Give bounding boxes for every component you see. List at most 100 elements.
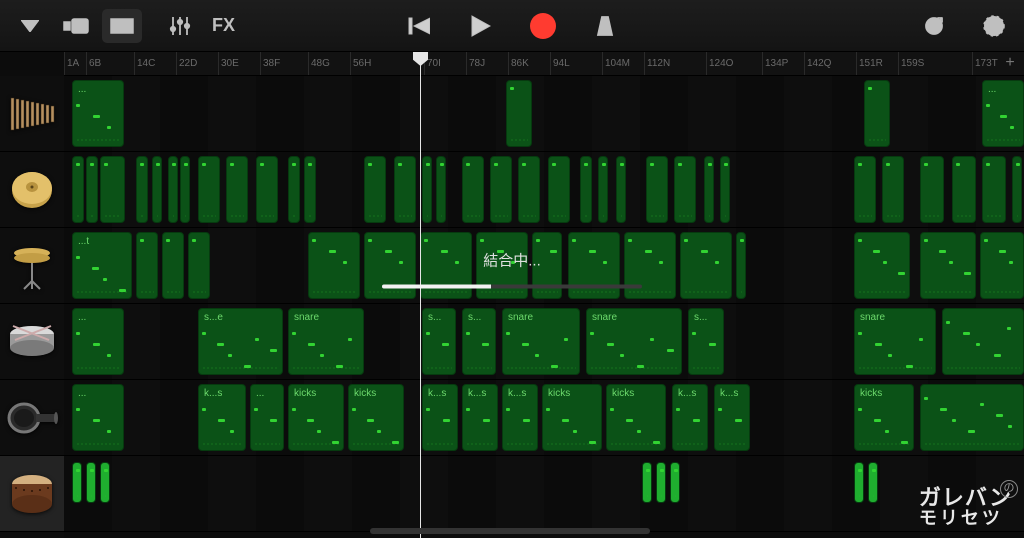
track-lane-taiko[interactable]: [64, 456, 1024, 532]
midi-region[interactable]: [670, 462, 680, 503]
midi-region[interactable]: [152, 156, 162, 223]
midi-region[interactable]: [942, 308, 1024, 375]
midi-region[interactable]: [882, 156, 904, 223]
midi-region[interactable]: kicks: [288, 384, 344, 451]
midi-region[interactable]: k...s: [198, 384, 246, 451]
track-lane-kick[interactable]: ...k...s...kickskicksk...sk...sk...skick…: [64, 380, 1024, 456]
midi-region[interactable]: k...s: [422, 384, 458, 451]
midi-region[interactable]: [136, 232, 158, 299]
midi-region[interactable]: [72, 156, 84, 223]
midi-region[interactable]: [86, 156, 98, 223]
view-blocks-button[interactable]: [56, 9, 96, 43]
horizontal-scrollbar[interactable]: [370, 528, 650, 534]
track-lane-snare[interactable]: ...s...esnares...s...snaresnares...snare: [64, 304, 1024, 380]
midi-region[interactable]: [920, 232, 976, 299]
midi-region[interactable]: [188, 232, 210, 299]
midi-region[interactable]: [736, 232, 746, 299]
midi-region[interactable]: snare: [586, 308, 682, 375]
midi-region[interactable]: [100, 156, 125, 223]
track-header-taiko[interactable]: [0, 456, 64, 532]
midi-region[interactable]: [982, 156, 1006, 223]
midi-region[interactable]: s...: [422, 308, 456, 375]
midi-region[interactable]: [394, 156, 416, 223]
settings-button[interactable]: [974, 9, 1014, 43]
track-lane-cymbal[interactable]: [64, 152, 1024, 228]
midi-region[interactable]: ...: [982, 80, 1024, 147]
midi-region[interactable]: snare: [288, 308, 364, 375]
midi-region[interactable]: [952, 156, 976, 223]
loop-button[interactable]: [914, 9, 954, 43]
add-track-button[interactable]: +: [1000, 54, 1020, 72]
midi-region[interactable]: [506, 80, 532, 147]
midi-region[interactable]: snare: [854, 308, 936, 375]
midi-region[interactable]: [598, 156, 608, 223]
midi-region[interactable]: [226, 156, 248, 223]
midi-region[interactable]: [436, 156, 446, 223]
midi-region[interactable]: [198, 156, 220, 223]
midi-region[interactable]: [490, 156, 512, 223]
midi-region[interactable]: [462, 156, 484, 223]
midi-region[interactable]: s...: [688, 308, 724, 375]
midi-region[interactable]: ...: [250, 384, 284, 451]
midi-region[interactable]: k...s: [672, 384, 708, 451]
fx-button[interactable]: FX: [206, 9, 241, 43]
midi-region[interactable]: ...: [72, 308, 124, 375]
midi-region[interactable]: ...: [72, 384, 124, 451]
midi-region[interactable]: [920, 156, 944, 223]
track-lane-marimba[interactable]: ......: [64, 76, 1024, 152]
midi-region[interactable]: [180, 156, 190, 223]
track-header-kick[interactable]: [0, 380, 64, 456]
midi-region[interactable]: [854, 232, 910, 299]
midi-region[interactable]: [646, 156, 668, 223]
midi-region[interactable]: [308, 232, 360, 299]
record-button[interactable]: [523, 9, 563, 43]
midi-region[interactable]: [304, 156, 316, 223]
track-header-snare[interactable]: [0, 304, 64, 380]
midi-region[interactable]: [548, 156, 570, 223]
midi-region[interactable]: [72, 462, 82, 503]
midi-region[interactable]: [518, 156, 540, 223]
rewind-button[interactable]: [399, 9, 439, 43]
midi-region[interactable]: [100, 462, 110, 503]
midi-region[interactable]: [86, 462, 96, 503]
midi-region[interactable]: [168, 156, 178, 223]
play-button[interactable]: [461, 9, 501, 43]
view-tracks-button[interactable]: [102, 9, 142, 43]
midi-region[interactable]: s...e: [198, 308, 283, 375]
midi-region[interactable]: [616, 156, 626, 223]
midi-region[interactable]: [868, 462, 878, 503]
midi-region[interactable]: [980, 232, 1024, 299]
midi-region[interactable]: ...t: [72, 232, 132, 299]
midi-region[interactable]: [704, 156, 714, 223]
mixer-button[interactable]: [160, 9, 200, 43]
midi-region[interactable]: kicks: [348, 384, 404, 451]
timeline-ruler[interactable]: 1A6B14C22D30E38F48G56H70I78J86K94L104M11…: [64, 52, 1024, 76]
midi-region[interactable]: [854, 156, 876, 223]
midi-region[interactable]: [720, 156, 730, 223]
midi-region[interactable]: [288, 156, 300, 223]
midi-region[interactable]: [854, 462, 864, 503]
midi-region[interactable]: [656, 462, 666, 503]
midi-region[interactable]: [422, 156, 432, 223]
midi-region[interactable]: [162, 232, 184, 299]
midi-region[interactable]: kicks: [854, 384, 914, 451]
midi-region[interactable]: [642, 462, 652, 503]
midi-region[interactable]: [680, 232, 732, 299]
playhead[interactable]: [420, 52, 421, 538]
midi-region[interactable]: kicks: [542, 384, 602, 451]
midi-region[interactable]: [920, 384, 1024, 451]
midi-region[interactable]: [674, 156, 696, 223]
midi-region[interactable]: k...s: [462, 384, 498, 451]
midi-region[interactable]: [1012, 156, 1022, 223]
track-header-cymbal[interactable]: [0, 152, 64, 228]
midi-region[interactable]: [364, 156, 386, 223]
midi-region[interactable]: snare: [502, 308, 580, 375]
track-header-marimba[interactable]: [0, 76, 64, 152]
track-lanes[interactable]: .........t...s...esnares...s...snaresnar…: [64, 76, 1024, 538]
midi-region[interactable]: ...: [72, 80, 124, 147]
metronome-button[interactable]: [585, 9, 625, 43]
track-header-hihat[interactable]: [0, 228, 64, 304]
midi-region[interactable]: [136, 156, 148, 223]
midi-region[interactable]: kicks: [606, 384, 666, 451]
midi-region[interactable]: k...s: [502, 384, 538, 451]
